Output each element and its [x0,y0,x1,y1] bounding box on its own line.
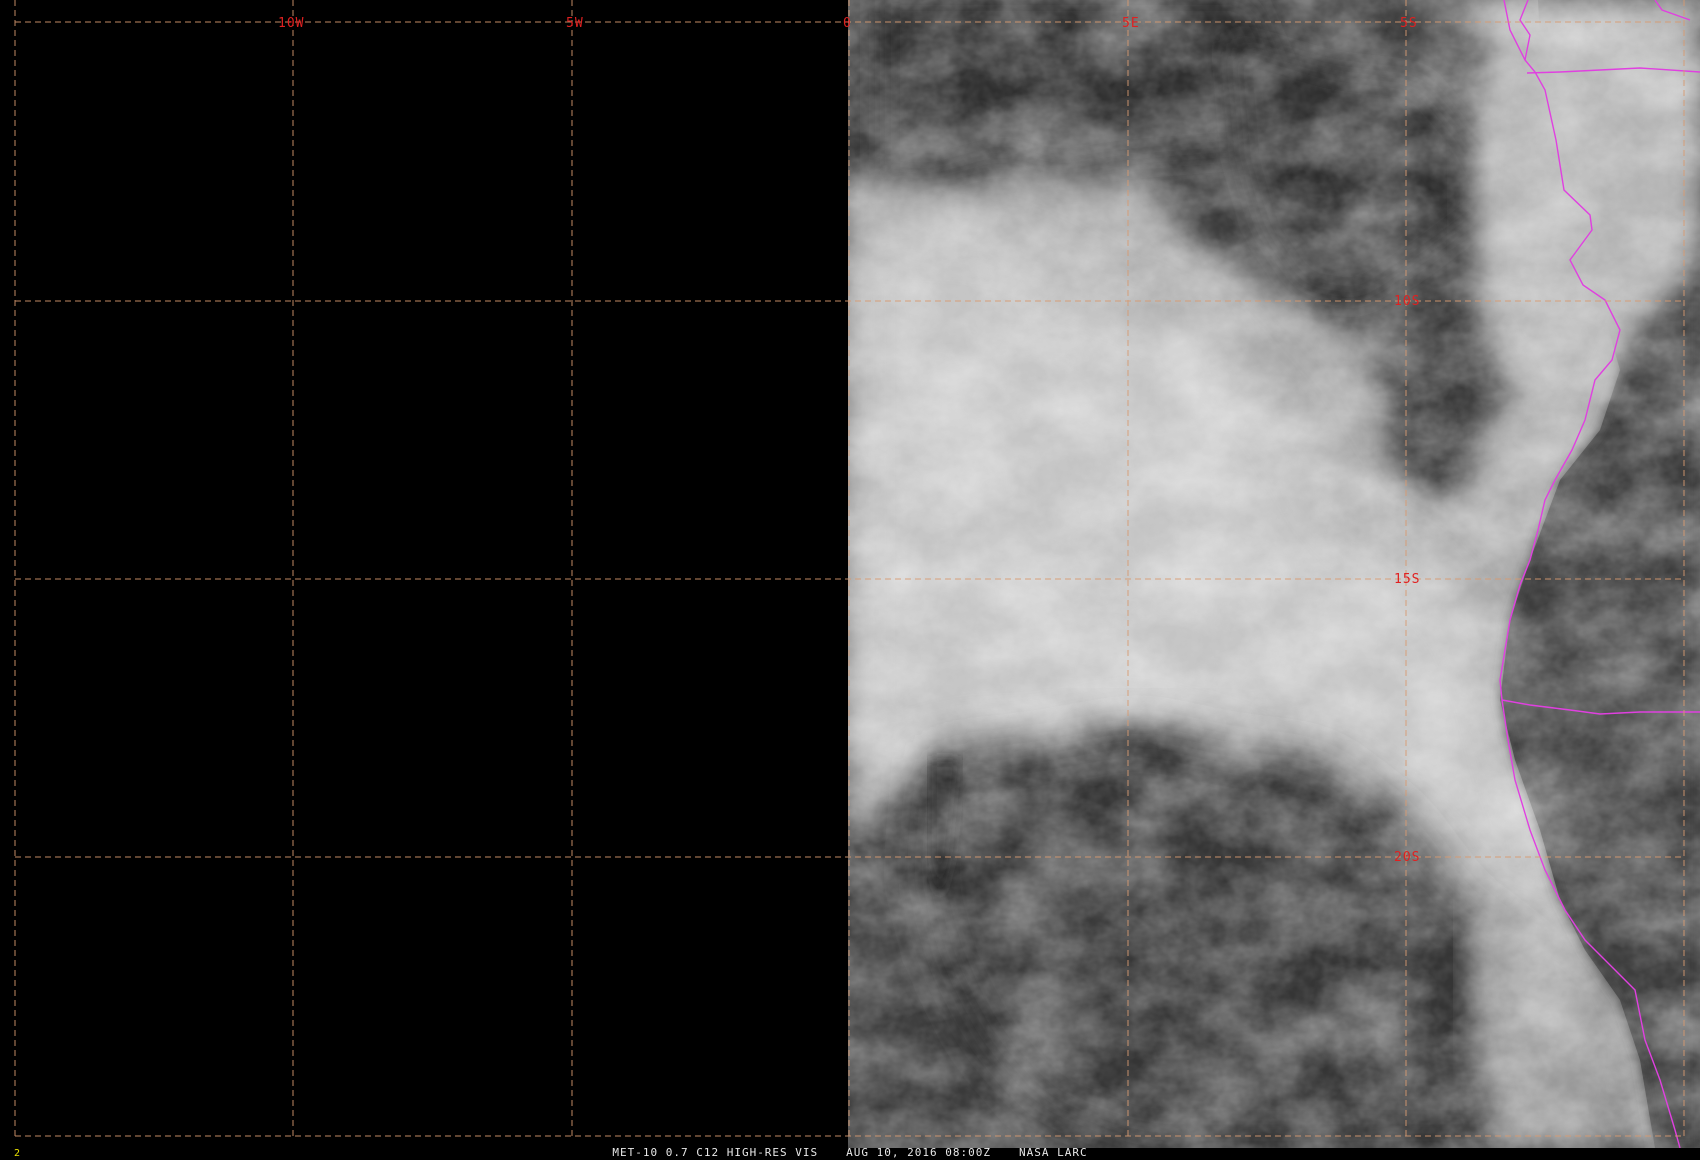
longitude-label-0: 0 [843,16,852,31]
longitude-label-5e: 5E [1122,16,1140,31]
coastline-boundary [1499,0,1681,1148]
longitude-label-5w: 5W [566,16,584,31]
satellite-product-label: MET-10 0.7 C12 HIGH-RES VIS [612,1146,819,1159]
latitude-label-10s: 10S [1394,294,1420,309]
latitude-label-20s: 20S [1394,850,1420,865]
latitude-label-15s: 15S [1394,572,1420,587]
lat-lon-grid [14,0,1685,1138]
data-source-label: NASA LARC [1019,1146,1088,1159]
north-boundary [1519,0,1531,61]
image-caption: MET-10 0.7 C12 HIGH-RES VIS AUG 10, 2016 … [0,1147,1700,1159]
angola-namibia-boundary [1501,699,1700,715]
latitude-label-5s: 5S [1400,16,1418,31]
image-datetime: AUG 10, 2016 08:00Z [846,1146,992,1159]
longitude-label-10w: 10W [278,16,304,31]
country-boundaries [1499,0,1700,1148]
congo-angola-boundary [1526,67,1700,74]
north-boundary-2 [1654,0,1691,21]
satellite-image-viewer: 10W 5W 0 5E 5S 10S 15S 20S 2 MET-10 0.7 … [0,0,1700,1160]
map-overlay: 10W 5W 0 5E 5S 10S 15S 20S [14,0,1700,1148]
